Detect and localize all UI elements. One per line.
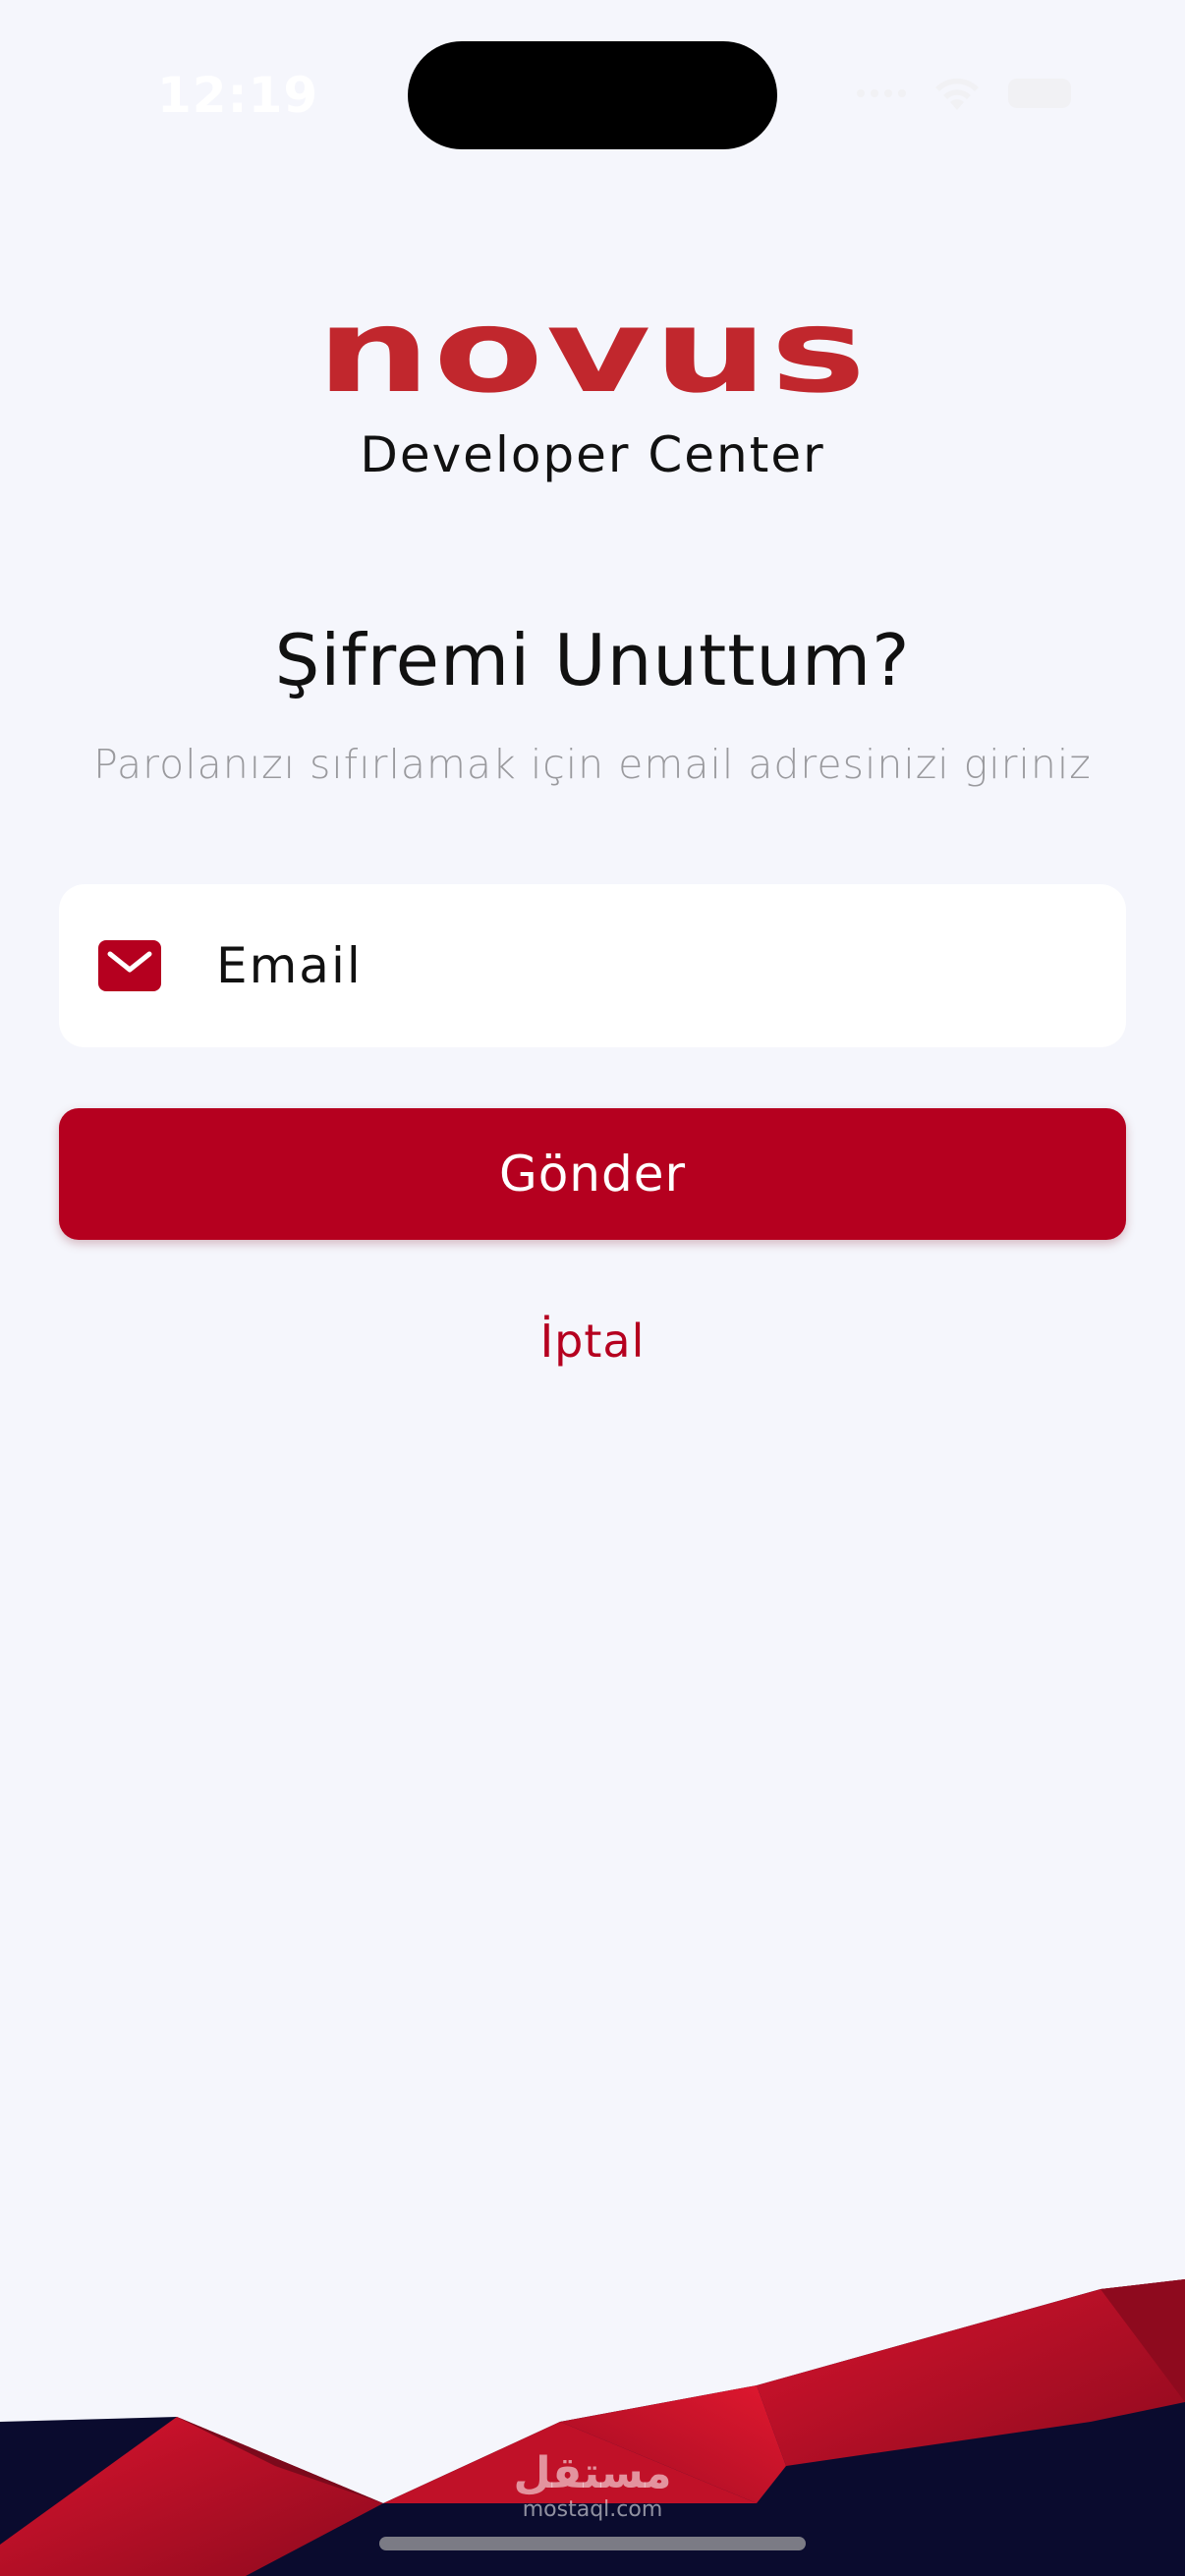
battery-icon: [1008, 79, 1071, 108]
brand-subtitle: Developer Center: [360, 426, 825, 483]
email-field[interactable]: [59, 884, 1126, 1047]
dynamic-island: [408, 41, 777, 149]
brand-logo-block: novus Developer Center: [0, 305, 1185, 483]
forgot-password-screen: 12:19 novus Developer Center Şifremi Unu…: [0, 0, 1185, 2576]
page-subtitle: Parolanızı sıfırlamak için email adresin…: [93, 741, 1092, 788]
page-title: Şifremi Unuttum?: [274, 619, 911, 701]
status-time: 12:19: [157, 67, 319, 124]
status-icons: [857, 75, 1071, 112]
novus-logo: novus: [316, 305, 869, 399]
wifi-icon: [935, 78, 979, 110]
email-input[interactable]: [214, 936, 1083, 995]
home-indicator[interactable]: [379, 2537, 806, 2550]
send-button[interactable]: Gönder: [59, 1108, 1126, 1240]
mail-icon: [98, 940, 161, 991]
bottom-decoration: [0, 2269, 1185, 2576]
watermark: مستقل mostaql.com: [0, 2448, 1185, 2523]
watermark-arabic: مستقل: [513, 2448, 672, 2498]
cellular-signal-icon: [857, 89, 906, 97]
cancel-link[interactable]: İptal: [0, 1315, 1185, 1368]
watermark-url: mostaql.com: [522, 2497, 663, 2522]
svg-text:novus: novus: [316, 305, 869, 399]
